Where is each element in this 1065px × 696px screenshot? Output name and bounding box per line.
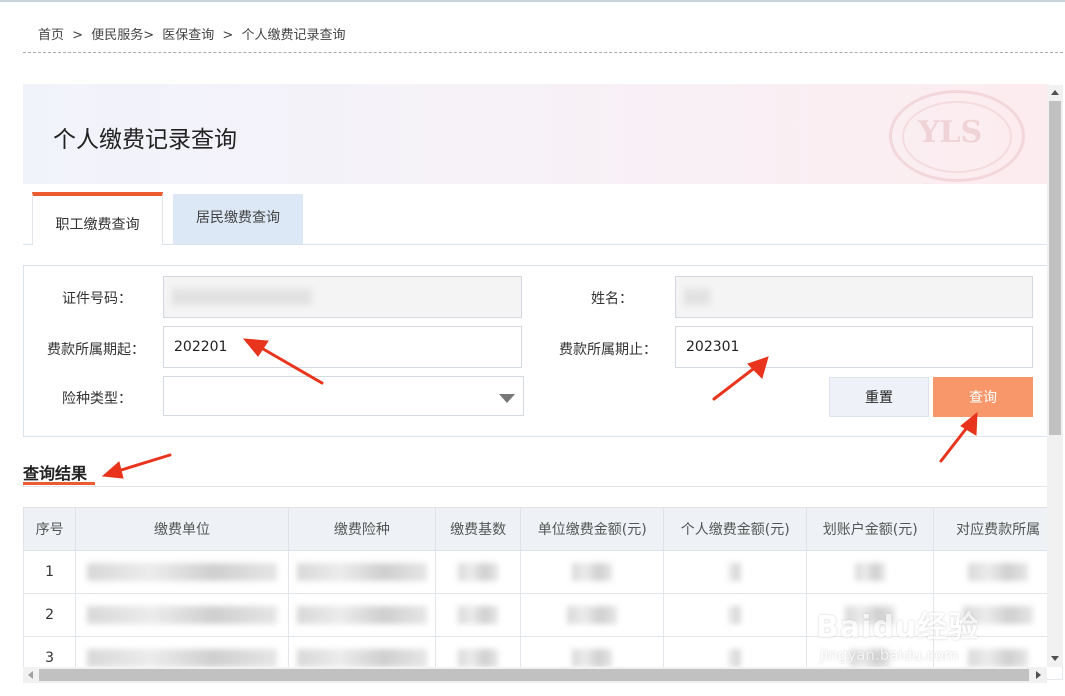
redacted-name [684, 289, 710, 305]
table-row: 1 [23, 550, 1063, 594]
breadcrumb-service[interactable]: 便民服务> [91, 28, 154, 43]
dropdown-arrow-icon[interactable] [499, 394, 515, 403]
column-header: 划账户金额(元) [806, 507, 935, 551]
name-label: 姓名： [591, 291, 633, 307]
breadcrumb-current: 个人缴费记录查询 [241, 28, 346, 43]
redacted-cell [933, 550, 1063, 594]
breadcrumb-separator: > [72, 28, 84, 43]
scroll-right-arrow-icon[interactable] [1036, 671, 1041, 679]
scroll-down-arrow-icon[interactable] [1051, 656, 1059, 661]
insurance-type-select[interactable] [163, 376, 524, 416]
query-button[interactable]: 查询 [933, 377, 1033, 417]
insurance-type-label: 险种类型： [62, 391, 132, 407]
redacted-cell [663, 550, 808, 594]
redacted-cell [435, 550, 522, 594]
period-start-label: 费款所属期起： [47, 342, 145, 358]
result-divider [23, 486, 1049, 487]
redacted-cell [435, 593, 522, 637]
page-banner: 个人缴费记录查询 YLS [23, 84, 1049, 184]
column-header: 缴费险种 [287, 507, 437, 551]
id-number-label: 证件号码： [62, 291, 132, 307]
baidu-watermark: Baidu经验 jingyan.baidu.com [816, 600, 1016, 680]
redacted-cell [520, 550, 665, 594]
redacted-cell [287, 593, 437, 637]
breadcrumb-medical[interactable]: 医保查询 [162, 28, 214, 43]
vertical-scrollbar[interactable] [1047, 85, 1063, 667]
redacted-cell [520, 593, 665, 637]
period-start-input[interactable]: 202201 [163, 326, 522, 368]
table-header-row: 序号 缴费单位 缴费险种 缴费基数 单位缴费金额(元) 个人缴费金额(元) 划账… [23, 507, 1063, 551]
period-end-input[interactable]: 202301 [675, 326, 1033, 368]
redacted-cell [663, 593, 808, 637]
vertical-scroll-thumb[interactable] [1049, 101, 1061, 435]
redacted-cell [75, 593, 289, 637]
tab-resident[interactable]: 居民缴费查询 [173, 194, 303, 244]
redacted-cell [75, 550, 289, 594]
breadcrumb-home[interactable]: 首页 [38, 28, 64, 43]
emblem-watermark: YLS [889, 90, 1025, 182]
result-heading-underline [23, 482, 95, 485]
emblem-mark: YLS [918, 115, 983, 150]
redacted-id [172, 289, 312, 305]
redacted-cell [806, 550, 935, 594]
result-heading: 查询结果 [23, 464, 88, 483]
content-frame: 个人缴费记录查询 YLS 职工缴费查询 居民缴费查询 证件号码： 姓名： 费款所… [23, 84, 1063, 684]
top-border [0, 0, 1065, 2]
column-header: 单位缴费金额(元) [520, 507, 665, 551]
breadcrumb-divider [23, 52, 1063, 53]
column-header: 缴费基数 [435, 507, 522, 551]
watermark-brand: Baidu经验 [816, 610, 980, 645]
page-title: 个人缴费记录查询 [53, 127, 237, 153]
scroll-up-arrow-icon[interactable] [1051, 90, 1059, 95]
period-end-label: 费款所属期止： [559, 342, 657, 358]
tab-bar: 职工缴费查询 居民缴费查询 [23, 192, 1049, 245]
breadcrumb: 首页 > 便民服务> 医保查询 > 个人缴费记录查询 [38, 24, 349, 43]
column-header: 个人缴费金额(元) [663, 507, 808, 551]
column-header: 序号 [23, 507, 77, 551]
redacted-cell [287, 550, 437, 594]
tab-employee[interactable]: 职工缴费查询 [32, 192, 163, 245]
name-field [675, 276, 1033, 318]
column-header: 缴费单位 [75, 507, 289, 551]
id-number-field [163, 276, 522, 318]
watermark-url: jingyan.baidu.com [820, 646, 959, 664]
query-form: 证件号码： 姓名： 费款所属期起： 202201 费款所属期止： 202301 … [23, 265, 1049, 437]
scroll-left-arrow-icon[interactable] [28, 671, 33, 679]
column-header: 对应费款所属 [933, 507, 1063, 551]
reset-button[interactable]: 重置 [829, 377, 929, 417]
row-number: 1 [23, 550, 77, 594]
breadcrumb-separator: > [222, 28, 234, 43]
row-number: 2 [23, 593, 77, 637]
